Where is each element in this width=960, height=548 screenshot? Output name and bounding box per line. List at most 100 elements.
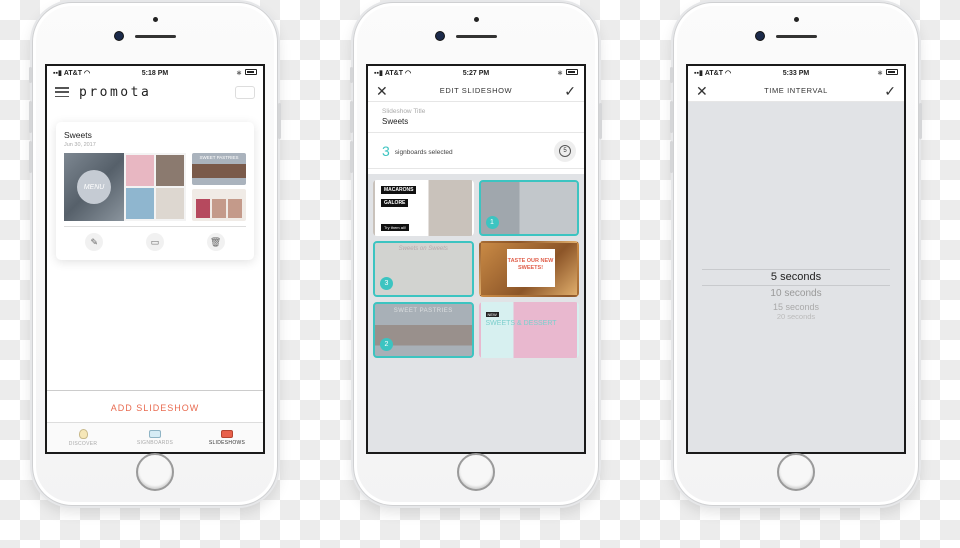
selection-order-badge: 3 — [380, 277, 393, 290]
picker-area: 5 seconds 10 seconds 15 seconds 20 secon… — [688, 102, 904, 452]
earpiece-speaker — [456, 35, 497, 38]
slideshow-thumbnails: MENU SWEET PASTRIES — [64, 153, 246, 221]
time-interval-picker[interactable]: 5 seconds 10 seconds 15 seconds 20 secon… — [702, 269, 890, 321]
phone-3: ▪▪▮ AT&T ◠ 5:33 PM ∗ ✕ TIME INTERVAL ✓ 5 s… — [670, 2, 922, 506]
signboard-text: SWEETS & DESSERT — [485, 320, 557, 327]
signboard-icon — [149, 429, 161, 438]
app-logo: promota — [79, 84, 152, 100]
front-camera — [436, 32, 444, 40]
selection-order-badge: 2 — [380, 338, 393, 351]
home-button[interactable] — [136, 453, 174, 491]
pencil-icon: ✎ — [90, 236, 99, 247]
signboard-sweets-on-sweets[interactable]: Sweets on Sweets 3 — [373, 241, 474, 297]
battery-icon — [566, 69, 578, 75]
volume-down-button — [29, 141, 32, 173]
field-value[interactable]: Sweets — [382, 117, 570, 126]
add-slideshow-button[interactable]: ADD SLIDESHOW — [47, 390, 263, 424]
volume-down-button — [350, 141, 353, 173]
slideshow-title-field[interactable]: Slideshow Title Sweets — [368, 102, 584, 133]
cast-icon[interactable] — [235, 86, 255, 99]
screen-cast-icon: ▭ — [150, 236, 160, 247]
nav-bar: ✕ TIME INTERVAL ✓ — [688, 80, 904, 102]
selected-text: signboards selected — [394, 149, 453, 156]
slideshows-screen: ▪▪▮ AT&T ◠ 5:18 PM ∗ promota Sweets Jun 30… — [45, 64, 265, 454]
status-bar: ▪▪▮ AT&T ◠ 5:33 PM ∗ — [688, 66, 904, 80]
thumbnail-sweet-pastries: SWEET PASTRIES — [192, 153, 246, 185]
tab-label: SLIDESHOWS — [208, 439, 246, 446]
front-camera — [115, 32, 123, 40]
picker-option[interactable]: 10 seconds — [702, 286, 890, 301]
slideshow-title: Sweets — [64, 130, 92, 140]
tab-slideshows[interactable]: SLIDESHOWS — [191, 423, 263, 452]
cast-button[interactable]: ▭ — [145, 233, 164, 251]
slideshow-icon — [221, 429, 233, 438]
card-actions: ✎ ▭ 🗑 — [64, 233, 246, 251]
tab-discover[interactable]: DISCOVER — [47, 423, 119, 452]
volume-down-button — [670, 141, 673, 173]
home-button[interactable] — [777, 453, 815, 491]
mute-switch — [670, 67, 673, 83]
battery-icon — [245, 69, 257, 75]
proximity-sensor — [474, 17, 479, 22]
proximity-sensor — [794, 17, 799, 22]
field-label: Slideshow Title — [382, 108, 426, 115]
checkmark-icon[interactable]: ✓ — [564, 84, 576, 98]
signboard-text: GALORE — [381, 199, 409, 207]
checkmark-icon[interactable]: ✓ — [884, 84, 896, 98]
thumbnail-menu: MENU — [64, 153, 186, 221]
close-icon[interactable]: ✕ — [696, 84, 708, 98]
mute-switch — [29, 67, 32, 83]
wifi-icon: ◠ — [404, 70, 412, 77]
carrier: ▪▪▮ AT&T ◠ — [53, 69, 91, 78]
tab-signboards[interactable]: SIGNBOARDS — [119, 423, 191, 452]
delete-button[interactable]: 🗑 — [206, 233, 225, 251]
selected-summary: 3 signboards selected 5 — [368, 133, 584, 169]
nav-title: TIME INTERVAL — [764, 86, 828, 95]
wifi-icon: ◠ — [83, 70, 91, 77]
menu-icon[interactable] — [55, 87, 69, 97]
selection-order-badge: 1 — [485, 216, 499, 229]
slideshow-card[interactable]: Sweets Jun 30, 2017 MENU SWEET PASTRIES … — [56, 122, 254, 260]
new-badge: NEW — [485, 312, 499, 317]
power-button — [278, 103, 281, 139]
power-button — [599, 103, 602, 139]
home-button[interactable] — [457, 453, 495, 491]
earpiece-speaker — [776, 35, 817, 38]
volume-up-button — [29, 101, 32, 133]
bluetooth-icon: ∗ — [557, 70, 563, 77]
signal-icon: ▪▪▮ — [53, 70, 62, 77]
signal-icon: ▪▪▮ — [374, 70, 383, 77]
signboard-macarons[interactable]: MACARONS GALORE Try them all! — [373, 180, 474, 236]
front-camera — [756, 32, 764, 40]
picker-option-selected[interactable]: 5 seconds — [702, 270, 890, 285]
signboard-grid-area: MACARONS GALORE Try them all! 1 Sweets o… — [368, 174, 584, 452]
tab-bar: DISCOVER SIGNBOARDS SLIDESHOWS — [47, 422, 263, 452]
phone-2: ▪▪▮ AT&T ◠ 5:27 PM ∗ ✕ EDIT SLIDESHOW ✓ Sl… — [350, 2, 602, 506]
earpiece-speaker — [135, 35, 176, 38]
nav-bar: ✕ EDIT SLIDESHOW ✓ — [368, 80, 584, 102]
picker-option[interactable]: 20 seconds — [702, 313, 890, 321]
signboard-sweet-pastries[interactable]: SWEET PASTRIES 2 — [373, 302, 474, 358]
signboard-taste-new-sweets[interactable]: TASTE OUR NEW SWEETS! — [478, 241, 579, 297]
signboard-menu[interactable]: 1 — [478, 180, 579, 236]
phone-1: ▪▪▮ AT&T ◠ 5:18 PM ∗ promota Sweets Jun 30… — [29, 2, 281, 506]
time-interval-screen: ▪▪▮ AT&T ◠ 5:33 PM ∗ ✕ TIME INTERVAL ✓ 5 s… — [686, 64, 906, 454]
signboard-text: SWEET PASTRIES — [393, 308, 453, 314]
carrier: ▪▪▮ AT&T ◠ — [694, 69, 732, 78]
signboard-text: Try them all! — [381, 224, 409, 231]
time-interval-button[interactable]: 5 — [554, 140, 576, 162]
edit-slideshow-screen: ▪▪▮ AT&T ◠ 5:27 PM ∗ ✕ EDIT SLIDESHOW ✓ Sl… — [366, 64, 586, 454]
add-slideshow-label: ADD SLIDESHOW — [110, 402, 200, 413]
selected-count: 3 — [382, 142, 390, 159]
close-icon[interactable]: ✕ — [376, 84, 388, 98]
status-bar: ▪▪▮ AT&T ◠ 5:18 PM ∗ — [47, 66, 263, 80]
signboard-sweets-dessert[interactable]: NEW SWEETS & DESSERT — [478, 302, 579, 358]
wifi-icon: ◠ — [724, 70, 732, 77]
picker-option[interactable]: 15 seconds — [702, 301, 890, 313]
menu-label: MENU — [77, 170, 111, 204]
trash-icon: 🗑 — [209, 236, 222, 247]
nav-title: EDIT SLIDESHOW — [439, 86, 513, 95]
edit-button[interactable]: ✎ — [85, 233, 104, 251]
volume-up-button — [670, 101, 673, 133]
lightbulb-icon — [78, 428, 88, 439]
